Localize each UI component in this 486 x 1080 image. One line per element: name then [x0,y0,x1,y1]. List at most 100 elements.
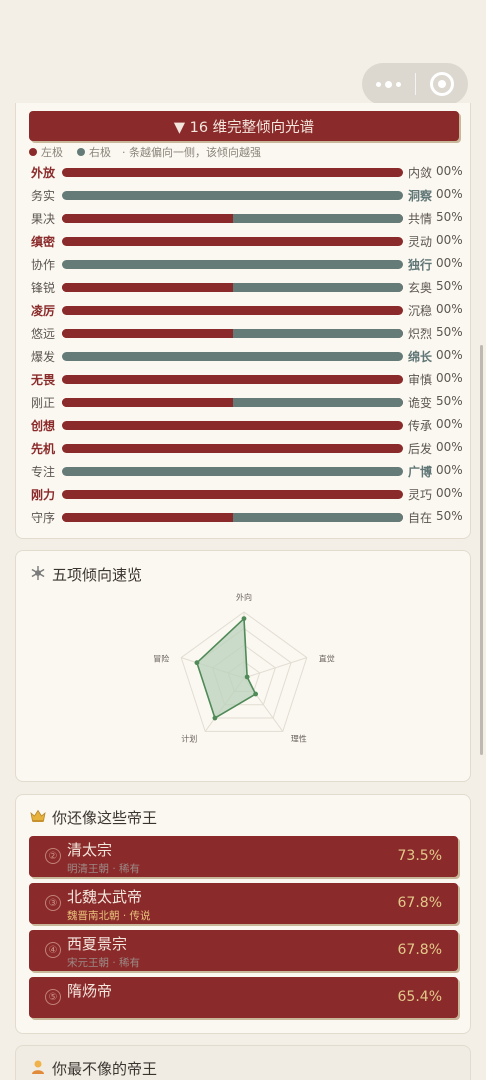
spectrum-row: 专注 广博 00% [16,463,472,479]
percent-value: 00% [436,486,463,500]
percent-value: 00% [436,233,463,247]
spectrum-toggle-button[interactable]: ▼ 16 维完整倾向光谱 [29,111,459,141]
right-pole-label: 独行 [408,258,433,272]
least-title-row: 你最不像的帝王 [30,1058,157,1079]
right-pole-label: 后发 [408,442,433,456]
spectrum-bar [62,237,403,246]
emperor-rarity: 稀有 [119,863,141,875]
percent-value: 50% [436,325,463,339]
right-pole-label: 传承 [408,419,433,433]
spectrum-row: 无畏 审慎 00% [16,371,472,387]
similar-title: 你还像这些帝王 [52,809,158,827]
percent-value: 00% [436,440,463,454]
right-pole-label: 洞察 [408,189,433,203]
percent-value: 00% [436,463,463,477]
spectrum-row: 凌厉 沉稳 00% [16,302,472,318]
left-pole-label: 缜密 [31,235,56,249]
spectrum-row: 爆发 绵长 00% [16,348,472,364]
right-pole-label: 绵长 [408,350,433,364]
rank-badge: ② [45,848,61,864]
spectrum-bar [62,467,403,476]
percent-value: 00% [436,348,463,362]
spectrum-row: 悠远 炽烈 50% [16,325,472,341]
emperor-item[interactable]: ③ 北魏太武帝 魏晋南北朝 · 传说 67.8% [29,883,458,924]
least-title: 你最不像的帝王 [52,1060,158,1078]
similar-title-row: 你还像这些帝王 [30,807,157,828]
spectrum-bar [62,306,403,315]
spectrum-legend: 左极 右极 · 条越偏向一侧，该倾向越强 [29,144,261,160]
right-segment [232,214,403,223]
crown-icon [30,809,46,827]
scrollbar[interactable] [480,345,483,755]
least-similar-card: 你最不像的帝王 [15,1045,471,1080]
left-pole-label: 先机 [31,442,56,456]
emperor-item[interactable]: ④ 西夏景宗 宋元王朝 · 稀有 67.8% [29,930,458,971]
percent-value: 50% [436,509,463,523]
left-pole-label: 凌厉 [31,304,56,318]
left-segment [62,283,233,292]
emperor-item[interactable]: ⑤ 隋炀帝 65.4% [29,977,458,1018]
meta-separator: · [109,957,120,969]
spectrum-bar [62,513,403,522]
spectrum-row: 外放 内敛 00% [16,164,472,180]
rank-badge: ③ [45,895,61,911]
capsule-divider [415,73,416,95]
emperor-meta: 宋元王朝 · 稀有 [67,955,140,970]
left-pole-label: 悠远 [31,327,56,341]
emperor-rarity: 传说 [129,910,151,922]
emperor-name: 北魏太武帝 [67,888,143,906]
spectrum-bar [62,260,403,269]
radar-value-point [194,660,200,666]
spectrum-row: 协作 独行 00% [16,256,472,272]
spectrum-bar [62,168,403,177]
right-pole-label: 内敛 [408,166,433,180]
emperor-item[interactable]: ② 清太宗 明清王朝 · 稀有 73.5% [29,836,458,877]
similar-emperors-card: 你还像这些帝王 ② 清太宗 明清王朝 · 稀有 73.5% ③ 北魏太武帝 魏晋南北朝 · … [15,794,471,1034]
spectrum-card: ▼ 16 维完整倾向光谱 左极 右极 · 条越偏向一侧，该倾向越强 外放 内敛 00… [15,103,471,539]
spectrum-bar [62,191,403,200]
radar-axis-label: 外向 [236,592,252,602]
spectrum-row: 刚正 诡变 50% [16,394,472,410]
mini-program-capsule [362,63,468,105]
legend-right-label: 右极 [89,146,111,159]
right-pole-dot [77,148,85,156]
left-segment [62,306,403,315]
legend-note: · 条越偏向一侧，该倾向越强 [122,146,261,159]
spectrum-row: 刚力 灵巧 00% [16,486,472,502]
right-segment [232,398,403,407]
left-pole-label: 务实 [31,189,56,203]
emperor-dynasty: 明清王朝 [67,863,109,875]
percent-value: 00% [436,187,463,201]
right-segment [62,191,403,200]
similarity-score: 67.8% [397,942,442,958]
legend-left-label: 左极 [41,146,63,159]
radar-axis-label: 冒险 [153,654,169,664]
left-pole-label: 外放 [31,166,56,180]
spectrum-bar [62,283,403,292]
right-pole-label: 灵动 [408,235,433,249]
similarity-score: 73.5% [397,848,442,864]
right-segment [232,329,403,338]
left-segment [62,237,403,246]
right-pole-label: 审慎 [408,373,433,387]
left-pole-label: 爆发 [31,350,56,364]
right-pole-label: 诡变 [408,396,433,410]
spectrum-row: 果决 共情 50% [16,210,472,226]
emperor-name: 隋炀帝 [67,982,113,1000]
right-segment [62,467,403,476]
more-dots-icon[interactable] [376,80,401,88]
left-segment [62,444,403,453]
right-pole-label: 灵巧 [408,488,433,502]
target-circle-icon[interactable] [430,72,454,96]
left-segment [62,421,403,430]
radar-card: 五项倾向速览 外向 直觉 理性 计划 冒险 [15,550,471,782]
spectrum-row: 先机 后发 00% [16,440,472,456]
percent-value: 50% [436,279,463,293]
right-segment [62,260,403,269]
emperor-name: 西夏景宗 [67,935,128,953]
left-pole-label: 刚力 [31,488,56,502]
spectrum-bar [62,398,403,407]
radar-axis-label: 计划 [181,733,197,743]
left-segment [62,168,403,177]
radar-value-area [196,616,257,720]
